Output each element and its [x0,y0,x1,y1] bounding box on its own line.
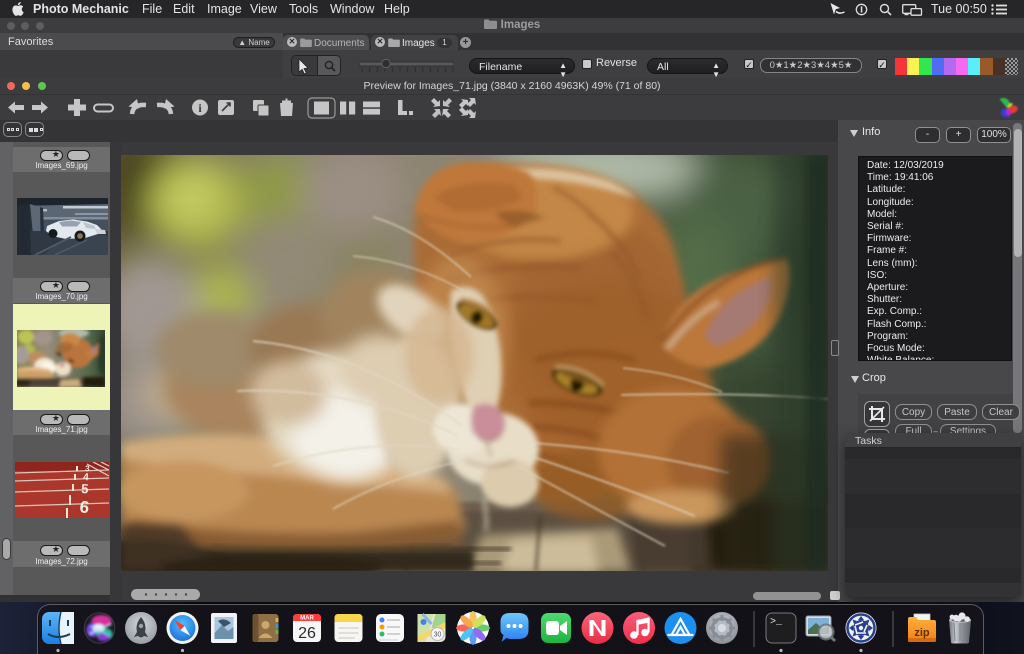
svg-text:MAR: MAR [300,616,314,622]
svg-text:26: 26 [298,625,316,642]
svg-text:5: 5 [81,481,89,496]
svg-text:zip: zip [914,627,930,639]
svg-text:30: 30 [434,632,442,639]
svg-text:>_: >_ [770,617,783,628]
